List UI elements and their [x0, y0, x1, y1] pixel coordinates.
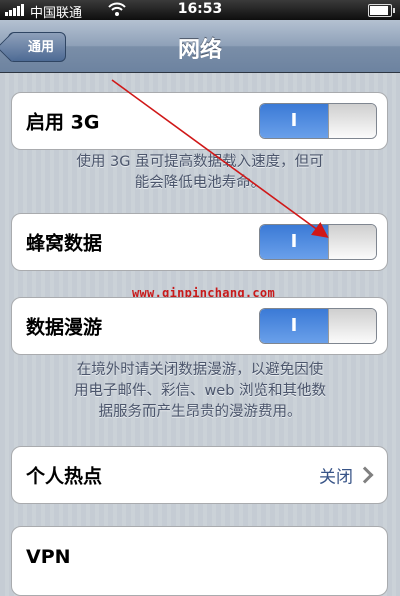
- data-roaming-cell: 数据漫游 I: [11, 297, 388, 355]
- toggle-knob: [328, 309, 376, 343]
- cellular-data-toggle[interactable]: I: [259, 224, 377, 260]
- enable-3g-toggle[interactable]: I: [259, 103, 377, 139]
- footnote-line: 据服务而产生昂贵的漫游费用。: [98, 404, 302, 420]
- page-title: 网络: [177, 38, 222, 63]
- footnote-line: 用电子邮件、彩信、web 浏览和其他数: [73, 383, 327, 399]
- personal-hotspot-label: 个人热点: [26, 465, 103, 488]
- cellular-data-cell: 蜂窝数据 I: [11, 213, 388, 271]
- enable-3g-cell: 启用 3G I: [11, 92, 388, 150]
- footnote-line: 能会降低电池寿命。: [134, 175, 266, 191]
- status-bar: 中国联通 16:53: [0, 0, 400, 21]
- toggle-on-indicator: I: [260, 309, 328, 343]
- vpn-label: VPN: [26, 546, 71, 568]
- vpn-cell[interactable]: VPN: [11, 526, 388, 596]
- enable-3g-footnote: 使用 3G 虽可提高数据载入速度，但可 能会降低电池寿命。: [24, 152, 376, 194]
- chevron-right-icon: [356, 466, 374, 484]
- navigation-bar: 通用 网络: [0, 20, 400, 73]
- personal-hotspot-value: 关闭: [319, 467, 353, 488]
- personal-hotspot-cell[interactable]: 个人热点 关闭: [11, 446, 388, 504]
- footnote-line: 使用 3G 虽可提高数据载入速度，但可: [76, 154, 324, 170]
- toggle-on-indicator: I: [260, 104, 328, 138]
- toggle-knob: [328, 104, 376, 138]
- data-roaming-label: 数据漫游: [26, 316, 103, 339]
- data-roaming-footnote: 在境外时请关闭数据漫游，以避免因使 用电子邮件、彩信、web 浏览和其他数 据服…: [24, 360, 376, 423]
- footnote-line: 在境外时请关闭数据漫游，以避免因使: [76, 362, 324, 378]
- cellular-data-label: 蜂窝数据: [26, 232, 103, 255]
- toggle-on-indicator: I: [260, 225, 328, 259]
- battery-icon: [368, 4, 395, 17]
- data-roaming-toggle[interactable]: I: [259, 308, 377, 344]
- toggle-knob: [328, 225, 376, 259]
- enable-3g-label: 启用 3G: [26, 111, 100, 134]
- status-time: 16:53: [177, 1, 223, 17]
